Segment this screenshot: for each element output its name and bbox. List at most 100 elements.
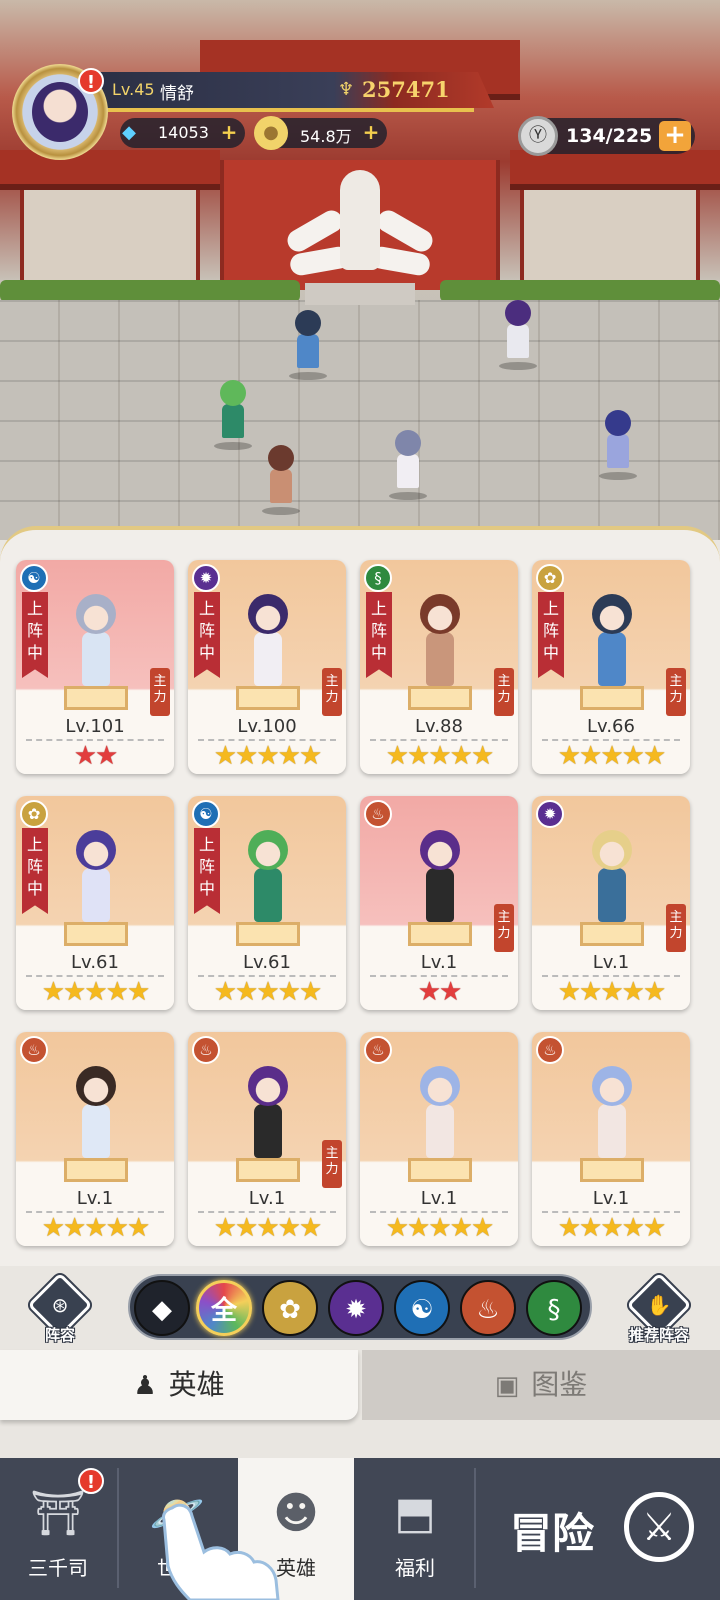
lineup-label: 阵容 (44, 1326, 75, 1344)
hero-star-rating: ★★★★★ (41, 1213, 151, 1243)
nature-dna-icon[interactable]: § (526, 1280, 582, 1336)
nav-welfare[interactable]: ⬒ 福利 (358, 1458, 472, 1600)
water-swirl-icon: ☯ (192, 800, 220, 828)
hero-card[interactable]: ✿ 上阵中 主力 Lv.66 ★★★★★ (532, 560, 690, 774)
hero-card[interactable]: ✿ 上阵中 Lv.61 ★★★★★ (16, 796, 174, 1010)
hero-card[interactable]: ♨ Lv.1 ★★★★★ (532, 1032, 690, 1246)
hero-card[interactable]: ✹ 上阵中 主力 Lv.100 ★★★★★ (188, 560, 346, 774)
dark-flame-icon: ✹ (536, 800, 564, 828)
right-pavilion-roof (510, 150, 720, 190)
hero-portrait (416, 830, 464, 930)
fire-meditate-icon: ♨ (20, 1036, 48, 1064)
player-level: Lv.45 (112, 80, 155, 99)
player-nameplate[interactable]: Lv.45 情舒 ♆ 257471 (94, 72, 494, 108)
main-force-tag: 主力 (322, 668, 342, 716)
hero-star-rating: ★★★★★ (213, 977, 323, 1007)
tab-heroes[interactable]: ♟ 英雄 (0, 1350, 358, 1420)
player-name: 情舒 (160, 84, 194, 104)
hero-star-rating: ★★ (417, 977, 463, 1007)
hero-star-rating: ★★★★★ (557, 1213, 667, 1243)
deployed-ribbon: 上阵中 (22, 828, 48, 914)
hero-card[interactable]: § 上阵中 主力 Lv.88 ★★★★★ (360, 560, 518, 774)
diamond-counter[interactable]: ◆ 14053 + (120, 118, 245, 148)
gold-counter[interactable]: ● 54.8万 + (254, 116, 387, 150)
holy-lotus-icon[interactable]: ✿ (262, 1280, 318, 1336)
diamond-add-button[interactable]: + (219, 122, 239, 142)
hero-level: Lv.66 (587, 716, 635, 737)
hero-sprite[interactable] (385, 430, 431, 500)
hero-sprite[interactable] (595, 410, 641, 480)
hero-level: Lv.101 (65, 716, 125, 737)
hero-portrait (244, 594, 292, 694)
dark-flame-icon[interactable]: ✹ (328, 1280, 384, 1336)
fox-statue (283, 170, 437, 305)
hero-sprite[interactable] (285, 310, 331, 380)
hero-card[interactable]: ✹ 主力 Lv.1 ★★★★★ (532, 796, 690, 1010)
hero-card[interactable]: ☯ 上阵中 主力 Lv.101 ★★ (16, 560, 174, 774)
water-swirl-icon: ☯ (20, 564, 48, 592)
recommend-lineup-button[interactable]: ✋ 推荐阵容 (614, 1272, 704, 1350)
rank-filter-icon[interactable]: ◆ (134, 1280, 190, 1336)
hero-portrait (244, 1066, 292, 1166)
nav-welfare-label: 福利 (395, 1556, 435, 1580)
all-filter-button[interactable]: 全 (196, 1280, 252, 1336)
hero-portrait (72, 594, 120, 694)
fire-meditate-icon: ♨ (192, 1036, 220, 1064)
main-force-tag: 主力 (666, 904, 686, 952)
stamina-add-button[interactable]: + (659, 121, 691, 151)
avatar-alert-badge: ! (78, 68, 104, 94)
main-force-tag: 主力 (322, 1140, 342, 1188)
hero-sprite[interactable] (495, 300, 541, 370)
hero-level: Lv.1 (420, 1188, 458, 1209)
hedge (440, 280, 720, 302)
hedge (0, 280, 300, 302)
hero-star-rating: ★★★★★ (557, 741, 667, 771)
stamina-counter[interactable]: Ⓨ 134/225 + (518, 116, 695, 156)
left-pavilion-roof (0, 150, 220, 190)
main-force-tag: 主力 (150, 668, 170, 716)
hero-level: Lv.1 (248, 1188, 286, 1209)
recommend-lineup-label: 推荐阵容 (628, 1326, 689, 1344)
hero-star-rating: ★★ (73, 741, 119, 771)
filter-bar: ⊛ 阵容 ◆ 全 ✿ ✹ ☯ ♨ § ✋ 推荐阵容 (0, 1266, 720, 1350)
hero-card[interactable]: ☯ 上阵中 Lv.61 ★★★★★ (188, 796, 346, 1010)
hero-star-rating: ★★★★★ (385, 741, 495, 771)
hero-card[interactable]: ♨ Lv.1 ★★★★★ (16, 1032, 174, 1246)
hero-sprite[interactable] (210, 380, 256, 450)
hero-level: Lv.61 (243, 952, 291, 973)
fire-meditate-icon[interactable]: ♨ (460, 1280, 516, 1336)
hero-portrait (244, 830, 292, 930)
adventure-button[interactable]: 冒险 ⚔ (476, 1458, 720, 1600)
lineup-button[interactable]: ⊛ 阵容 (20, 1272, 100, 1350)
tab-codex[interactable]: ▣ 图鉴 (362, 1350, 720, 1420)
hero-sprite[interactable] (258, 445, 304, 515)
diamond-icon: ◆ (122, 122, 136, 143)
palace-icon: ⛩ (30, 1488, 86, 1539)
deployed-ribbon: 上阵中 (366, 592, 392, 678)
tutorial-hand-icon (162, 1503, 280, 1600)
hero-level: Lv.88 (415, 716, 463, 737)
hero-level: Lv.100 (237, 716, 297, 737)
hero-card[interactable]: ♨ Lv.1 ★★★★★ (360, 1032, 518, 1246)
hero-card[interactable]: ♨ 主力 Lv.1 ★★ (360, 796, 518, 1010)
gold-add-button[interactable]: + (361, 122, 381, 142)
gift-box-icon: ⬒ (394, 1488, 436, 1539)
thumbs-up-icon: ✋ (646, 1293, 672, 1317)
hero-level: Lv.61 (71, 952, 119, 973)
hero-portrait (588, 1066, 636, 1166)
hero-portrait (72, 830, 120, 930)
holy-lotus-icon: ✿ (536, 564, 564, 592)
left-pavilion-wall (20, 190, 200, 280)
tab-codex-label: 图鉴 (531, 1368, 588, 1401)
nameplate-divider (104, 108, 474, 112)
hero-portrait (588, 594, 636, 694)
player-avatar[interactable]: ! (12, 64, 108, 160)
holy-lotus-icon: ✿ (20, 800, 48, 828)
nav-sanqiansi-label: 三千司 (28, 1556, 88, 1580)
hero-card[interactable]: ♨ 主力 Lv.1 ★★★★★ (188, 1032, 346, 1246)
bottom-nav: ⛩ 三千司 ! 🪐 世界 ☻ 英雄 ⬒ 福利 冒险 ⚔ (0, 1458, 720, 1600)
hero-portrait (416, 1066, 464, 1166)
nav-sanqiansi[interactable]: ⛩ 三千司 ! (0, 1458, 116, 1600)
hero-star-rating: ★★★★★ (213, 741, 323, 771)
water-swirl-icon[interactable]: ☯ (394, 1280, 450, 1336)
